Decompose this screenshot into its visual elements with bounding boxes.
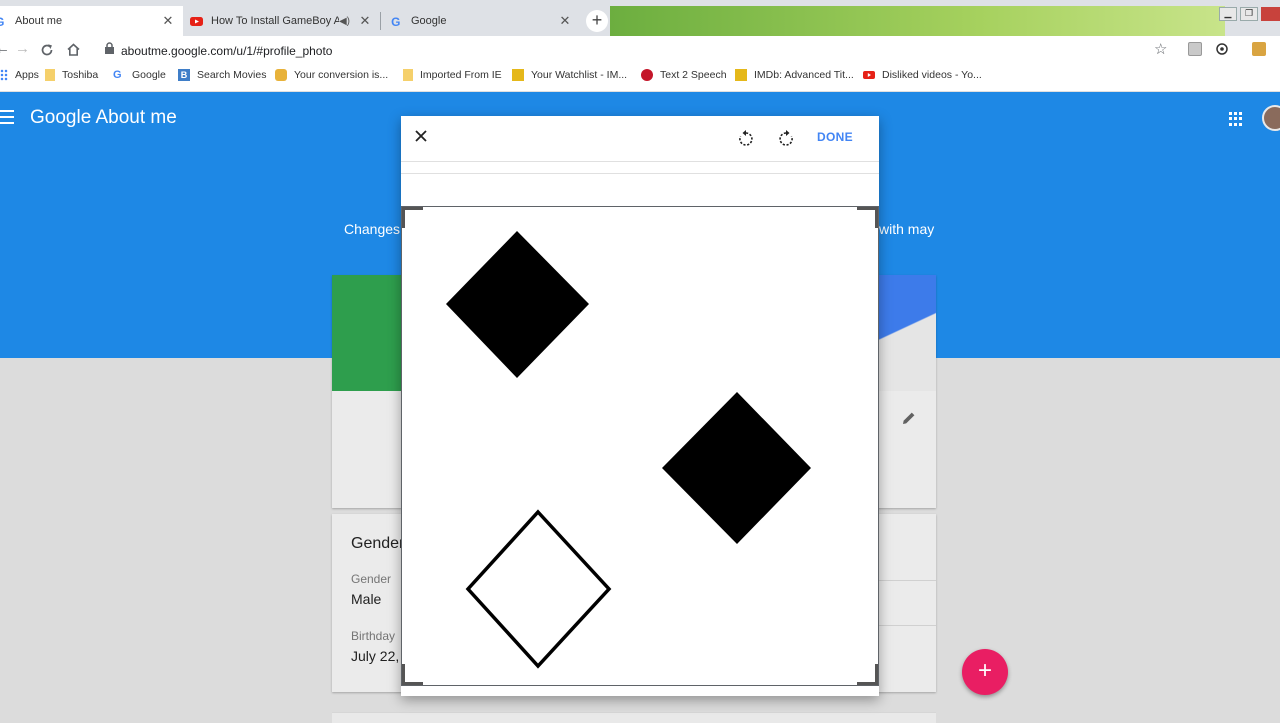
conversion-icon	[275, 69, 287, 81]
tab-about-me[interactable]: G About me ✕	[0, 6, 183, 36]
bookmark-search-movies[interactable]: B Search Movies	[178, 69, 266, 81]
reload-icon[interactable]	[40, 43, 54, 57]
b-icon: B	[178, 69, 190, 81]
google-apps-icon[interactable]	[1229, 112, 1243, 126]
youtube-icon	[190, 16, 203, 26]
close-tab-icon[interactable]: ✕	[558, 13, 572, 29]
divider	[401, 173, 879, 174]
speech-bubble-icon	[641, 69, 653, 81]
black-diamond-shape	[446, 231, 589, 378]
browser-theme-background	[610, 6, 1225, 36]
edit-pencil-icon[interactable]	[901, 410, 917, 426]
forward-arrow-icon[interactable]: →	[15, 40, 30, 57]
bookmark-label: Search Movies	[197, 69, 267, 81]
bookmark-conversion[interactable]: Your conversion is...	[275, 69, 388, 81]
birthday-label: Birthday	[351, 629, 396, 643]
crop-handle-top-left[interactable]	[402, 207, 423, 228]
birthday-value: July 22,	[351, 648, 400, 664]
crop-handle-bottom-right[interactable]	[857, 664, 878, 685]
profile-extension-icon[interactable]	[1252, 42, 1266, 56]
gender-value: Male	[351, 591, 382, 607]
bookmark-label: Your Watchlist - IM...	[531, 69, 628, 81]
crop-area[interactable]	[401, 206, 879, 686]
bookmark-label: Text 2 Speech	[660, 69, 727, 81]
extension-icon[interactable]	[1188, 42, 1202, 56]
done-button[interactable]: DONE	[817, 130, 853, 144]
tab-google[interactable]: G Google ✕	[390, 6, 576, 36]
bookmark-toshiba[interactable]: Toshiba	[45, 69, 98, 81]
bookmark-label: Toshiba	[62, 69, 99, 81]
restore-window-button[interactable]: ❐	[1240, 7, 1258, 21]
crop-handle-bottom-left[interactable]	[402, 664, 423, 685]
bookmark-imported-from-ie[interactable]: Imported From IE	[403, 69, 502, 81]
apps-grid-icon	[0, 69, 8, 81]
minimize-window-button[interactable]: ▁	[1219, 7, 1237, 21]
outlined-diamond-shape	[465, 509, 612, 669]
home-icon[interactable]	[66, 42, 81, 57]
close-tab-icon[interactable]: ✕	[161, 13, 175, 29]
bookmark-imdb-advanced[interactable]: IMDb: Advanced Tit...	[735, 69, 854, 81]
tab-separator	[380, 12, 381, 30]
divider	[401, 161, 879, 162]
bookmark-disliked-videos[interactable]: Disliked videos - Yo...	[863, 69, 982, 81]
bookmark-apps[interactable]: Apps	[0, 69, 39, 81]
bookmark-star-icon[interactable]: ☆	[1154, 40, 1167, 58]
bookmark-label: IMDb: Advanced Tit...	[754, 69, 854, 81]
photo-preview	[446, 231, 811, 669]
imdb-icon	[735, 69, 747, 81]
photo-crop-dialog: DONE	[401, 116, 879, 696]
rotate-left-icon[interactable]	[738, 129, 754, 147]
google-g-icon: G	[391, 15, 400, 28]
profile-cover-corner	[878, 275, 936, 391]
black-diamond-shape	[662, 392, 811, 544]
address-bar[interactable]: aboutme.google.com/u/1/#profile_photo ☆	[96, 39, 1176, 62]
bookmark-label: Your conversion is...	[294, 69, 389, 81]
bookmark-label: Disliked videos - Yo...	[882, 69, 982, 81]
back-arrow-icon[interactable]: ←	[0, 40, 10, 57]
divider	[878, 580, 936, 581]
tab-title: Google	[411, 15, 447, 27]
bookmarks-bar: Apps Toshiba G Google B Search Movies Yo…	[0, 64, 1280, 92]
google-g-icon: G	[113, 69, 122, 81]
folder-icon	[45, 69, 55, 81]
section-title: Gender	[351, 535, 405, 552]
google-g-icon: G	[0, 15, 4, 28]
tab-gameboy-video[interactable]: How To Install GameBoy Adv ◀) ✕	[190, 6, 376, 36]
close-window-button[interactable]	[1261, 7, 1280, 21]
url-text: aboutme.google.com/u/1/#profile_photo	[121, 44, 333, 58]
bookmark-label: Google	[132, 69, 166, 81]
svg-text:G: G	[0, 15, 4, 28]
tab-title: About me	[15, 15, 63, 27]
tab-title: How To Install GameBoy Adv	[211, 15, 339, 27]
hamburger-menu-icon[interactable]	[0, 110, 14, 126]
lock-icon	[105, 42, 114, 54]
bookmark-text-2-speech[interactable]: Text 2 Speech	[641, 69, 727, 81]
bookmark-label: Apps	[15, 69, 39, 81]
close-icon[interactable]	[413, 128, 429, 144]
divider	[878, 625, 936, 626]
visibility-notice-right: with may	[879, 221, 935, 237]
youtube-icon	[863, 71, 875, 79]
svg-text:G: G	[391, 15, 400, 28]
next-card	[332, 712, 936, 723]
close-tab-icon[interactable]: ✕	[358, 13, 372, 29]
gender-label: Gender	[351, 572, 392, 586]
folder-icon	[403, 69, 413, 81]
bookmark-watchlist[interactable]: Your Watchlist - IM...	[512, 69, 627, 81]
bookmark-google[interactable]: G Google	[113, 69, 166, 81]
target-extension-icon[interactable]	[1215, 42, 1229, 56]
add-fab-button[interactable]: +	[962, 649, 1008, 695]
bookmark-label: Imported From IE	[420, 69, 502, 81]
speaker-icon[interactable]: ◀)	[339, 16, 350, 27]
crop-handle-top-right[interactable]	[857, 207, 878, 228]
imdb-icon	[512, 69, 524, 81]
new-tab-button[interactable]: +	[586, 10, 608, 32]
browser-tab-strip: G About me ✕ How To Install GameBoy Adv …	[0, 0, 1280, 36]
app-brand: Google About me	[30, 107, 177, 128]
rotate-right-icon[interactable]	[778, 129, 794, 147]
browser-toolbar: ← → aboutme.google.com/u/1/#profile_phot…	[0, 36, 1280, 64]
